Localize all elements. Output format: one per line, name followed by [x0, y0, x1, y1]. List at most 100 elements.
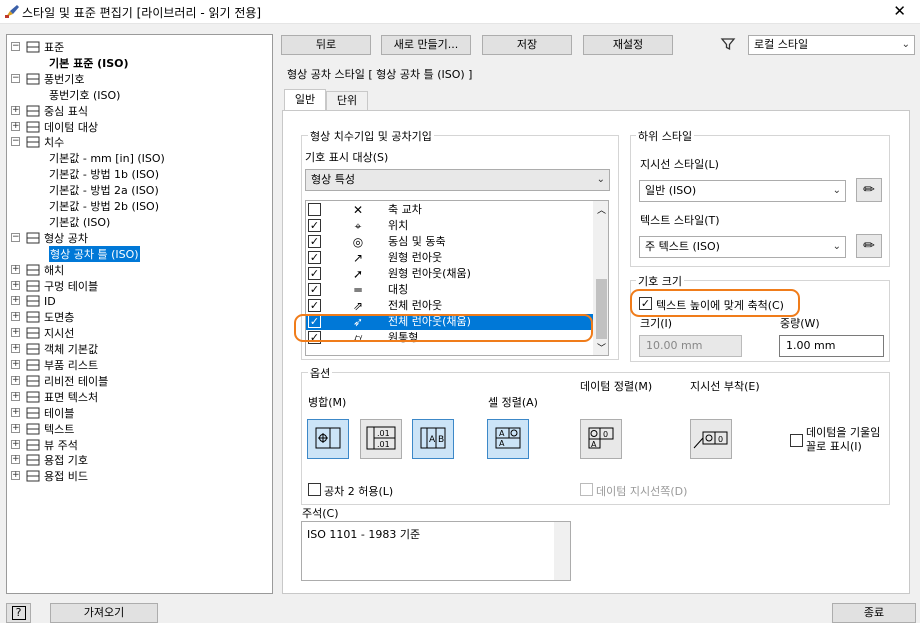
expand-icon[interactable]: + [11, 360, 20, 369]
list-item[interactable]: ✓ ⇗ 전체 런아웃 [306, 298, 593, 314]
tree-item[interactable]: 해치 [25, 262, 64, 278]
scroll-down-icon[interactable]: ﹀ [597, 341, 606, 354]
tree-item[interactable]: 중심 표식 [25, 103, 88, 119]
expand-icon[interactable]: + [11, 296, 20, 306]
parts-list-icon [25, 358, 41, 372]
back-button[interactable]: 뒤로 [281, 35, 371, 55]
list-item-checkbox[interactable]: ✓ [308, 283, 321, 296]
list-scrollbar[interactable]: ︿ ﹀ [593, 201, 608, 355]
tree-item[interactable]: 객체 기본값 [25, 341, 98, 357]
datum-align-button[interactable]: A0 [580, 419, 622, 459]
list-item-checkbox[interactable]: ✓ [308, 219, 321, 232]
expand-icon[interactable]: + [11, 439, 20, 449]
merge-datum-button[interactable]: AB [412, 419, 454, 459]
expand-icon[interactable]: + [11, 105, 20, 115]
expand-icon[interactable]: + [11, 423, 20, 433]
list-item-checkbox[interactable]: ✓ [308, 251, 321, 264]
list-item[interactable]: ✓ ↗ 원형 런아웃 [306, 250, 593, 266]
expand-icon[interactable]: + [11, 328, 20, 338]
tree-item[interactable]: 풍번기호 [25, 71, 84, 87]
tree-item[interactable]: 용접 기호 [25, 452, 88, 468]
expand-icon[interactable]: + [11, 344, 20, 354]
expand-icon[interactable]: + [11, 121, 20, 131]
tree-item[interactable]: 뷰 주석 [25, 437, 78, 453]
tree-item[interactable]: 용접 비드 [25, 468, 88, 484]
tree-item[interactable]: 기본값 - 방법 1b (ISO) [49, 166, 159, 182]
expand-icon[interactable]: + [11, 264, 20, 274]
allow-tolerance2-checkbox[interactable] [308, 483, 321, 496]
save-button[interactable]: 저장 [482, 35, 572, 55]
list-item-checkbox[interactable]: ✓ [308, 267, 321, 280]
tree-item[interactable]: 치수 [25, 134, 64, 150]
list-item-checkbox[interactable] [308, 203, 321, 216]
collapse-icon[interactable]: − [11, 42, 20, 51]
list-item-label: 원형 런아웃 [388, 251, 443, 264]
tree-item[interactable]: 도면층 [25, 309, 74, 325]
style-tree[interactable]: − 표준 기본 표준 (ISO) − 풍번기호 풍번기호 (ISO) + 중심 표식 + 데이텀 … [6, 34, 273, 594]
expand-icon[interactable]: + [11, 280, 20, 290]
size-input[interactable]: 10.00 mm [639, 335, 742, 357]
tree-item[interactable]: 풍번기호 (ISO) [49, 87, 120, 103]
tree-item[interactable]: 기본값 - 방법 2b (ISO) [49, 198, 159, 214]
merge-rows-button[interactable]: .01.01 [360, 419, 402, 459]
tree-item[interactable]: 형상 공차 [25, 230, 88, 246]
list-item[interactable]: ✕ 축 교차 [306, 202, 593, 218]
tree-item[interactable]: 텍스트 [25, 421, 74, 437]
tab-units[interactable]: 단위 [326, 91, 368, 111]
weight-input[interactable]: 1.00 mm [779, 335, 884, 357]
collapse-icon[interactable]: − [11, 137, 20, 147]
close-button[interactable]: 종료 [832, 603, 916, 623]
expand-icon[interactable]: + [11, 471, 20, 481]
revision-table-icon [25, 374, 41, 388]
reset-button[interactable]: 재설정 [583, 35, 673, 55]
cell-align-button[interactable]: AA [487, 419, 529, 459]
style-filter-dropdown[interactable]: 로컬 스타일 ⌄ [748, 35, 915, 55]
merge-none-button[interactable] [307, 419, 349, 459]
import-button[interactable]: 가져오기 [50, 603, 158, 623]
list-item[interactable]: ✓ ➚ 원형 런아웃(채움) [306, 266, 593, 282]
notes-scrollbar[interactable] [554, 522, 570, 580]
display-dropdown[interactable]: 형상 특성 ⌄ [305, 169, 610, 191]
list-item-checkbox[interactable]: ✓ [308, 299, 321, 312]
list-item-checkbox[interactable]: ✓ [308, 235, 321, 248]
expand-icon[interactable]: + [11, 375, 20, 385]
leader-style-dropdown[interactable]: 일반 (ISO) ⌄ [639, 180, 846, 202]
datum-slanted-label: 데이텀을 기울임꼴로 표시(I) [806, 426, 881, 453]
scroll-up-icon[interactable]: ︿ [597, 203, 606, 216]
tree-item[interactable]: ID [25, 293, 56, 309]
new-button[interactable]: 새로 만들기... [381, 35, 471, 55]
expand-icon[interactable]: + [11, 312, 20, 322]
tree-item[interactable]: 기본값 - mm [in] (ISO) [49, 150, 165, 166]
expand-icon[interactable]: + [11, 407, 20, 417]
tree-item[interactable]: 기본값 - 방법 2a (ISO) [49, 182, 159, 198]
list-item[interactable]: ✓ ═ 대칭 [306, 282, 593, 298]
tab-general[interactable]: 일반 [284, 89, 326, 112]
leader-attach-button[interactable]: 0 [690, 419, 732, 459]
tree-item[interactable]: 지시선 [25, 325, 74, 341]
tree-item[interactable]: 기본값 (ISO) [49, 214, 110, 230]
tree-item[interactable]: 표준 [25, 39, 64, 55]
tree-item[interactable]: 부품 리스트 [25, 357, 98, 373]
tree-item[interactable]: 기본 표준 (ISO) [49, 55, 129, 71]
close-icon[interactable]: ✕ [893, 2, 906, 20]
datum-slanted-checkbox[interactable] [790, 434, 803, 447]
tree-item[interactable]: 형상 공차 틀 (ISO) [49, 245, 140, 262]
expand-icon[interactable]: + [11, 455, 20, 465]
list-item[interactable]: ✓ ⌖ 위치 [306, 218, 593, 234]
notes-textarea[interactable]: ISO 1101 - 1983 기준 [301, 521, 571, 581]
edit-text-style-button[interactable]: ✏ [856, 234, 882, 258]
list-item[interactable]: ✓ ◎ 동심 및 동축 [306, 234, 593, 250]
edit-leader-style-button[interactable]: ✏ [856, 178, 882, 202]
help-button[interactable]: ? [6, 603, 31, 623]
tree-item[interactable]: 표면 텍스처 [25, 389, 98, 405]
collapse-icon[interactable]: − [11, 232, 20, 242]
collapse-icon[interactable]: − [11, 73, 20, 83]
tree-item[interactable]: 테이블 [25, 405, 74, 421]
tree-item[interactable]: 리비전 테이블 [25, 373, 108, 389]
datum-leader-checkbox[interactable] [580, 483, 593, 496]
expand-icon[interactable]: + [11, 391, 20, 401]
scroll-thumb[interactable] [596, 279, 607, 339]
text-style-dropdown[interactable]: 주 텍스트 (ISO) ⌄ [639, 236, 846, 258]
tree-item[interactable]: 데이텀 대상 [25, 119, 98, 135]
tree-item[interactable]: 구멍 테이블 [25, 278, 98, 294]
